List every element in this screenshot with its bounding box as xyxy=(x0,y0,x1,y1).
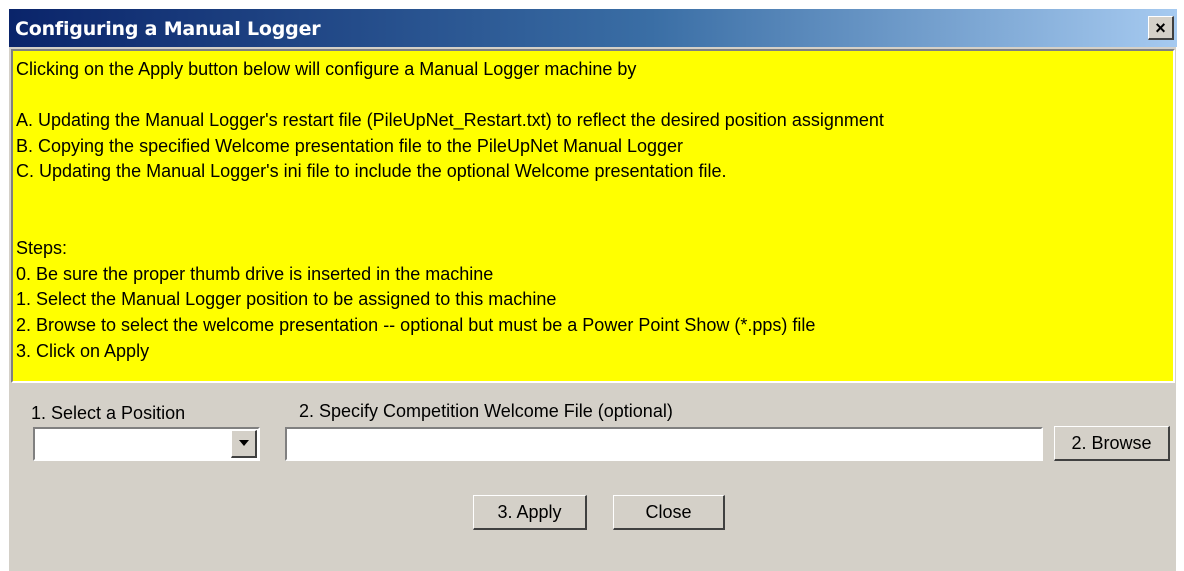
close-icon: × xyxy=(1155,17,1166,38)
instruction-line: B. Copying the specified Welcome present… xyxy=(16,135,684,156)
instruction-line: 3. Click on Apply xyxy=(16,340,150,361)
instruction-line: Steps: xyxy=(16,238,68,259)
instructions-panel: Clicking on the Apply button below will … xyxy=(11,49,1175,383)
dialog-title: Configuring a Manual Logger xyxy=(15,18,321,40)
apply-button[interactable]: 3. Apply xyxy=(473,495,587,530)
welcome-file-label: 2. Specify Competition Welcome File (opt… xyxy=(299,401,673,421)
instruction-line: 1. Select the Manual Logger position to … xyxy=(16,289,557,310)
instruction-line: C. Updating the Manual Logger's ini file… xyxy=(16,161,727,182)
browse-button[interactable]: 2. Browse xyxy=(1054,426,1170,461)
configure-manual-logger-dialog: Configuring a Manual Logger × Clicking o… xyxy=(8,8,1177,571)
close-window-button[interactable]: × xyxy=(1148,16,1174,40)
position-label: 1. Select a Position xyxy=(31,403,186,423)
instruction-line: Clicking on the Apply button below will … xyxy=(16,59,637,79)
position-select[interactable] xyxy=(33,427,260,461)
chevron-down-icon xyxy=(238,440,249,446)
instruction-line xyxy=(16,83,1173,109)
instruction-line xyxy=(16,211,1173,237)
position-dropdown-button[interactable] xyxy=(231,430,257,458)
instruction-line: A. Updating the Manual Logger's restart … xyxy=(16,110,884,131)
instruction-line: 0. Be sure the proper thumb drive is ins… xyxy=(16,263,494,284)
close-button[interactable]: Close xyxy=(613,495,725,530)
instruction-line xyxy=(16,185,1173,211)
welcome-file-input[interactable] xyxy=(285,427,1043,461)
title-bar[interactable]: Configuring a Manual Logger × xyxy=(9,9,1177,47)
instruction-line: 2. Browse to select the welcome presenta… xyxy=(16,314,816,335)
